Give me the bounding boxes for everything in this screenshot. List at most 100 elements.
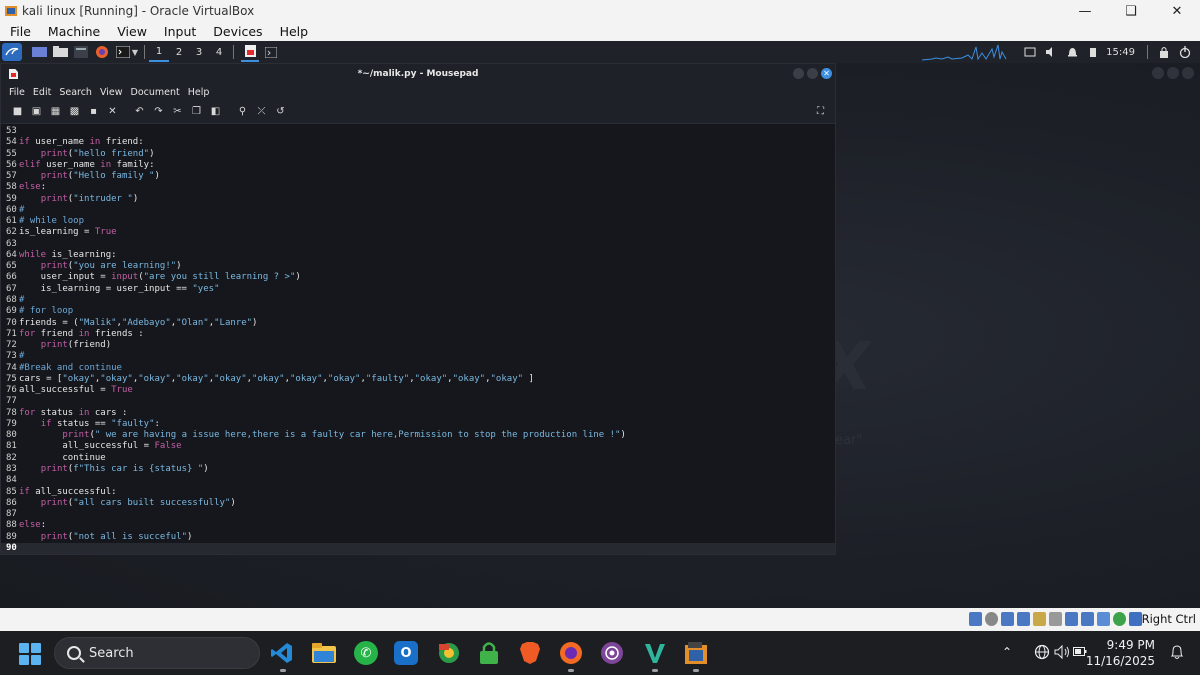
recording-icon[interactable]	[1065, 612, 1078, 626]
minimize-button[interactable]: —	[1062, 0, 1108, 22]
shared-folder-icon[interactable]	[1033, 612, 1046, 626]
veeam-icon[interactable]	[643, 641, 667, 665]
code-line[interactable]: 73 #	[1, 351, 835, 362]
code-line[interactable]: 86 print("all cars built successfully")	[1, 498, 835, 509]
code-line[interactable]: 65 print("you are learning!")	[1, 261, 835, 272]
code-line[interactable]: 53	[1, 126, 835, 137]
show-hidden-icons-icon[interactable]: ⌃	[1002, 645, 1012, 659]
vm-settings-icon[interactable]	[1081, 612, 1094, 626]
menu-file[interactable]: File	[0, 24, 38, 39]
firefox-taskbar-icon[interactable]	[559, 641, 583, 665]
notification-bell-icon[interactable]	[1063, 44, 1081, 60]
virtualbox-taskbar-icon[interactable]	[684, 641, 708, 665]
file-explorer-icon[interactable]	[312, 641, 336, 665]
keyboard-capture-icon[interactable]	[1129, 612, 1142, 626]
code-line[interactable]: 57 print("Hello family ")	[1, 171, 835, 182]
code-line[interactable]: 60 #	[1, 205, 835, 216]
code-line[interactable]: 79 if status == "faulty":	[1, 419, 835, 430]
code-line[interactable]: 82 continue	[1, 453, 835, 464]
network-icon[interactable]	[1001, 612, 1014, 626]
paste-icon[interactable]: ◧	[209, 105, 222, 118]
code-line[interactable]: 54 if user_name in friend:	[1, 137, 835, 148]
code-line[interactable]: 55 print("hello friend")	[1, 149, 835, 160]
whatsapp-icon[interactable]: ✆	[354, 641, 378, 665]
code-line[interactable]: 63	[1, 239, 835, 250]
code-line[interactable]: 59 print("intruder ")	[1, 194, 835, 205]
code-line[interactable]: 80 print(" we are having a issue here,th…	[1, 430, 835, 441]
mousepad-task-icon[interactable]	[241, 42, 259, 62]
power-icon[interactable]	[1176, 44, 1194, 60]
workspace-3[interactable]: 3	[189, 47, 209, 58]
code-line[interactable]: 69 # for loop	[1, 306, 835, 317]
mp-menu-help[interactable]: Help	[188, 87, 210, 98]
terminal-icon[interactable]: ▼	[114, 44, 140, 60]
code-line[interactable]: 71 for friend in friends :	[1, 329, 835, 340]
mp-menu-view[interactable]: View	[100, 87, 123, 98]
code-line[interactable]: 67 is_learning = user_input == "yes"	[1, 284, 835, 295]
firefox-icon[interactable]	[93, 44, 111, 60]
code-line[interactable]: 72 print(friend)	[1, 340, 835, 351]
code-line[interactable]: 89 print("not all is succeful")	[1, 532, 835, 543]
start-button[interactable]	[19, 643, 41, 665]
close-tab-icon[interactable]: ✕	[106, 105, 119, 118]
brave-icon[interactable]	[518, 641, 542, 665]
save-file-icon[interactable]: ▩	[68, 105, 81, 118]
code-line[interactable]: 64 while is_learning:	[1, 250, 835, 261]
menu-view[interactable]: View	[107, 24, 154, 39]
tor-browser-icon[interactable]	[600, 641, 624, 665]
new-window-icon[interactable]: ▣	[30, 105, 43, 118]
code-line[interactable]: 77	[1, 396, 835, 407]
open-file-icon[interactable]: ▦	[49, 105, 62, 118]
workspace-4[interactable]: 4	[209, 47, 229, 58]
close-window-button[interactable]: ✕	[821, 68, 832, 79]
code-line[interactable]: 70 friends = ("Malik","Adebayo","Olan","L…	[1, 318, 835, 329]
workspace-2[interactable]: 2	[169, 47, 189, 58]
display-icon[interactable]	[1049, 612, 1062, 626]
redo-icon[interactable]: ↷	[152, 105, 165, 118]
kali-menu-icon[interactable]	[2, 43, 22, 61]
files-icon[interactable]	[51, 44, 69, 60]
code-line[interactable]: 78 for status in cars :	[1, 408, 835, 419]
chrome-app-icon[interactable]	[437, 641, 461, 665]
undo-icon[interactable]: ↶	[133, 105, 146, 118]
cut-icon[interactable]: ✂	[171, 105, 184, 118]
fullscreen-icon[interactable]: ⛶	[814, 105, 827, 118]
notification-bell-tray-icon[interactable]	[1170, 644, 1184, 660]
volume-icon[interactable]	[1042, 44, 1060, 60]
code-line[interactable]: 61 # while loop	[1, 216, 835, 227]
code-editor[interactable]: 53 54 if user_name in friend: 55 print("hel…	[1, 126, 835, 555]
code-line[interactable]: 75 cars = ["okay","okay","okay","okay","o…	[1, 374, 835, 385]
maximize-window-button[interactable]	[807, 68, 818, 79]
speaker-icon[interactable]	[1054, 644, 1072, 660]
code-line[interactable]: 56 elif user_name in family:	[1, 160, 835, 171]
code-line[interactable]: 88 else:	[1, 520, 835, 531]
goto-line-icon[interactable]: ↺	[274, 105, 287, 118]
terminal-panel-icon[interactable]	[72, 44, 90, 60]
save-as-icon[interactable]: ▪	[87, 105, 100, 118]
find-icon[interactable]: ⚲	[236, 105, 249, 118]
vscode-icon[interactable]	[270, 641, 294, 665]
mp-menu-document[interactable]: Document	[131, 87, 180, 98]
restore-button[interactable]: ❑	[1108, 0, 1154, 22]
menu-input[interactable]: Input	[154, 24, 203, 39]
taskbar-search[interactable]: Search	[54, 637, 260, 669]
menu-help[interactable]: Help	[270, 24, 316, 39]
code-line[interactable]: 85 if all_successful:	[1, 487, 835, 498]
window-switch-icon[interactable]	[1021, 44, 1039, 60]
virtualization-icon[interactable]	[1097, 612, 1110, 626]
mp-menu-search[interactable]: Search	[59, 87, 92, 98]
minimize-window-button[interactable]	[793, 68, 804, 79]
mp-menu-edit[interactable]: Edit	[33, 87, 51, 98]
menu-machine[interactable]: Machine	[38, 24, 107, 39]
panel-clock[interactable]: 15:49	[1106, 47, 1135, 58]
vpn-lock-icon[interactable]	[477, 641, 501, 665]
code-line[interactable]: 58 else:	[1, 182, 835, 193]
usb-icon[interactable]	[1017, 612, 1030, 626]
outlook-icon[interactable]: O	[394, 641, 418, 665]
audio-icon[interactable]	[985, 612, 998, 626]
code-line[interactable]: 66 user_input = input("are you still lea…	[1, 272, 835, 283]
mp-menu-file[interactable]: File	[9, 87, 25, 98]
optical-drive-icon[interactable]	[969, 612, 982, 626]
code-line[interactable]: 90	[1, 542, 835, 555]
new-file-icon[interactable]: ■	[11, 105, 24, 118]
